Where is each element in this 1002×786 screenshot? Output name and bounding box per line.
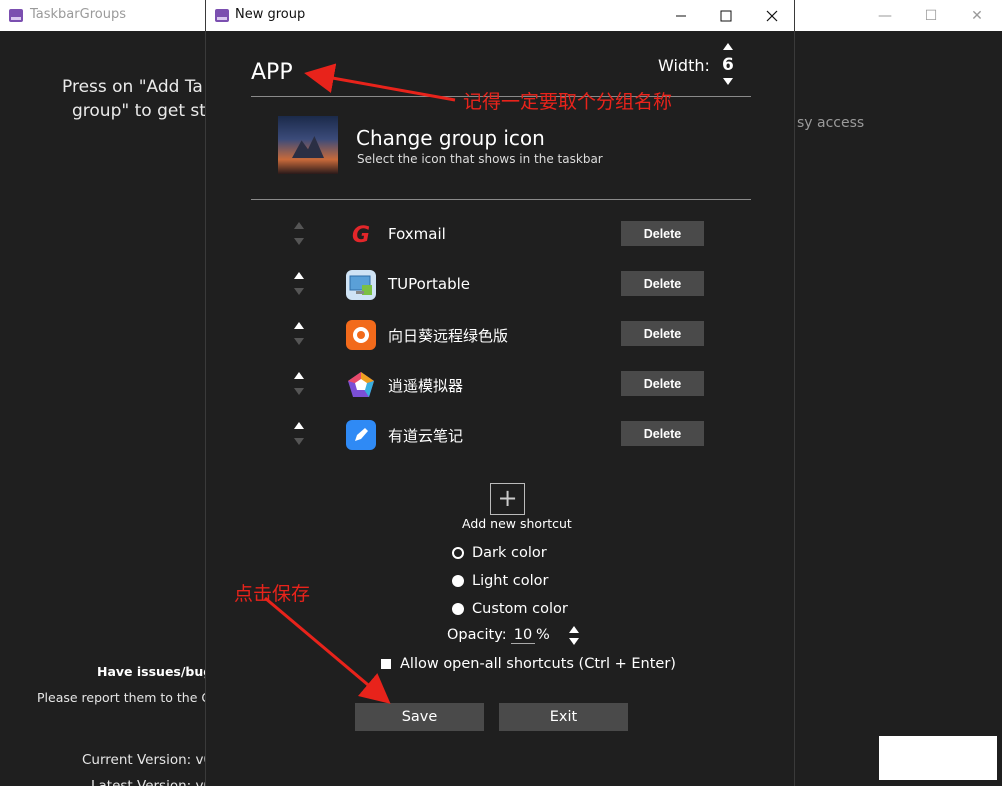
move-up-icon[interactable] — [294, 272, 304, 279]
shortcut-row: 有道云笔记 Delete — [251, 413, 751, 453]
shortcut-row: TUPortable Delete — [251, 263, 751, 303]
radio-light-label: Light color — [472, 573, 549, 589]
move-down-icon[interactable] — [294, 238, 304, 245]
move-up-icon[interactable] — [294, 322, 304, 329]
move-down-icon[interactable] — [294, 438, 304, 445]
sunflower-icon — [346, 320, 376, 350]
shortcut-label: 向日葵远程绿色版 — [388, 327, 509, 345]
radio-dark-color[interactable]: Dark color — [452, 543, 547, 563]
opacity-decrease-icon[interactable] — [569, 638, 579, 645]
shortcut-row: G Foxmail Delete — [251, 213, 751, 253]
delete-button[interactable]: Delete — [621, 371, 704, 396]
youdao-note-icon — [346, 420, 376, 450]
opacity-input[interactable] — [511, 627, 535, 644]
group-name-input[interactable] — [251, 60, 551, 85]
issues-text: Please report them to the Git — [37, 690, 220, 705]
dialog-title: New group — [235, 7, 306, 22]
move-up-icon[interactable] — [294, 372, 304, 379]
reorder-arrows[interactable] — [293, 219, 305, 247]
save-button[interactable]: Save — [355, 703, 484, 731]
width-increase-icon[interactable] — [723, 43, 733, 50]
add-shortcut-icon[interactable]: + — [490, 483, 525, 515]
radio-light-color[interactable]: Light color — [452, 571, 549, 591]
delete-button[interactable]: Delete — [621, 271, 704, 296]
shortcut-label: 有道云笔记 — [388, 427, 464, 445]
tuportable-icon — [346, 270, 376, 300]
intro-text-line2: group" to get st — [72, 101, 206, 121]
move-down-icon[interactable] — [294, 338, 304, 345]
width-label: Width: — [658, 56, 710, 75]
width-decrease-icon[interactable] — [723, 78, 733, 85]
issues-heading: Have issues/bugs — [97, 664, 220, 679]
delete-button[interactable]: Delete — [621, 421, 704, 446]
shortcut-row: 逍遥模拟器 Delete — [251, 363, 751, 403]
minimize-icon[interactable]: — — [875, 6, 895, 26]
close-icon[interactable] — [761, 5, 783, 27]
latest-version: Latest Version: v0 — [91, 778, 213, 786]
maximize-icon[interactable]: ☐ — [921, 6, 941, 26]
add-shortcut-label[interactable]: Add new shortcut — [462, 516, 572, 531]
move-up-icon[interactable] — [294, 222, 304, 229]
group-icon-image[interactable] — [278, 116, 338, 174]
xiaoyao-icon — [346, 370, 376, 400]
move-down-icon[interactable] — [294, 388, 304, 395]
current-version: Current Version: v0 — [82, 752, 213, 768]
opacity-unit: % — [536, 627, 550, 643]
delete-button[interactable]: Delete — [621, 221, 704, 246]
dialog-app-icon — [215, 9, 229, 22]
opacity-label: Opacity: — [447, 627, 507, 643]
foxmail-icon: G — [351, 222, 371, 248]
shortcut-label: 逍遥模拟器 — [388, 377, 464, 395]
radio-custom-label: Custom color — [472, 601, 568, 617]
change-icon-subtitle: Select the icon that shows in the taskba… — [357, 152, 603, 166]
intro-text-line1: Press on "Add Ta — [62, 77, 203, 97]
checkbox-icon[interactable] — [381, 659, 391, 669]
dialog-titlebar: New group — [206, 0, 794, 31]
shortcut-label: Foxmail — [388, 225, 446, 243]
reorder-arrows[interactable] — [293, 269, 305, 297]
reorder-arrows[interactable] — [293, 369, 305, 397]
taskbargroups-app-icon — [9, 9, 23, 22]
maximize-icon[interactable] — [715, 5, 737, 27]
move-up-icon[interactable] — [294, 422, 304, 429]
radio-unselected-icon[interactable] — [452, 603, 464, 615]
width-value: 6 — [722, 55, 734, 75]
save-hint-text: 点击保存 — [234, 583, 311, 605]
radio-unselected-icon[interactable] — [452, 575, 464, 587]
close-icon[interactable]: ✕ — [967, 6, 987, 26]
radio-custom-color[interactable]: Custom color — [452, 599, 568, 619]
change-icon-title[interactable]: Change group icon — [356, 126, 545, 150]
move-down-icon[interactable] — [294, 288, 304, 295]
minimize-icon[interactable] — [670, 5, 692, 27]
radio-dark-label: Dark color — [472, 545, 547, 561]
new-group-dialog: New group Width: 6 Change group icon Sel… — [205, 0, 795, 786]
opacity-increase-icon[interactable] — [569, 626, 579, 633]
reorder-arrows[interactable] — [293, 419, 305, 447]
icon-divider — [251, 199, 751, 200]
white-overlay-box — [879, 736, 997, 780]
allow-open-all-checkbox[interactable]: Allow open-all shortcuts (Ctrl + Enter) — [381, 656, 676, 672]
name-hint-text: 记得一定要取个分组名称 — [463, 91, 673, 113]
allow-open-all-label: Allow open-all shortcuts (Ctrl + Enter) — [400, 656, 676, 672]
exit-button[interactable]: Exit — [499, 703, 628, 731]
reorder-arrows[interactable] — [293, 319, 305, 347]
shortcut-label: TUPortable — [388, 275, 470, 293]
delete-button[interactable]: Delete — [621, 321, 704, 346]
easy-access-text: sy access — [797, 115, 865, 131]
shortcut-row: 向日葵远程绿色版 Delete — [251, 313, 751, 353]
main-window-title: TaskbarGroups — [30, 7, 126, 22]
radio-selected-icon[interactable] — [452, 547, 464, 559]
